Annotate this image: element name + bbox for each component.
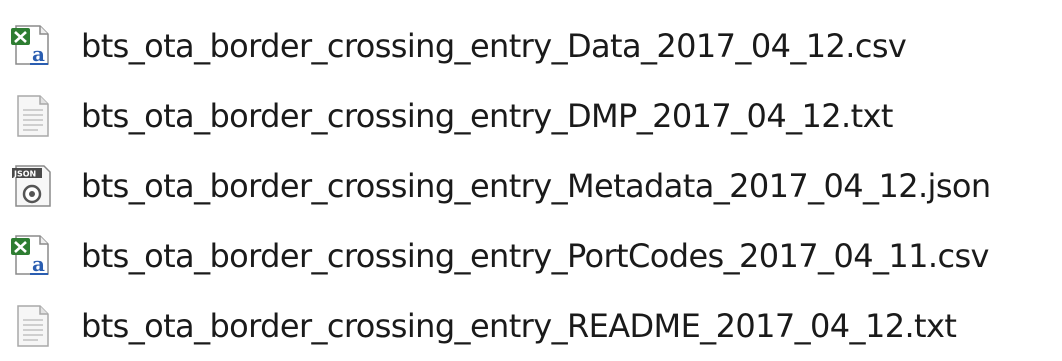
text-document-icon <box>10 298 70 354</box>
file-name: bts_ota_border_crossing_entry_README_201… <box>81 307 957 345</box>
file-item[interactable]: a bts_ota_border_crossing_entry_PortCode… <box>10 225 1055 287</box>
file-name: bts_ota_border_crossing_entry_PortCodes_… <box>81 237 989 275</box>
file-name: bts_ota_border_crossing_entry_Data_2017_… <box>81 27 907 65</box>
file-item[interactable]: JSON bts_ota_border_crossing_entry_Metad… <box>10 155 1055 217</box>
file-name: bts_ota_border_crossing_entry_DMP_2017_0… <box>81 97 893 135</box>
svg-text:a: a <box>32 252 45 276</box>
file-item[interactable]: a bts_ota_border_crossing_entry_Data_201… <box>10 15 1055 77</box>
json-file-icon: JSON <box>10 158 70 214</box>
file-list: a bts_ota_border_crossing_entry_Data_201… <box>0 0 1062 361</box>
excel-csv-icon: a <box>10 18 70 74</box>
file-item[interactable]: bts_ota_border_crossing_entry_DMP_2017_0… <box>10 85 1055 147</box>
svg-text:a: a <box>32 42 45 66</box>
text-document-icon <box>10 88 70 144</box>
svg-text:JSON: JSON <box>13 170 36 179</box>
excel-csv-icon: a <box>10 228 70 284</box>
file-name: bts_ota_border_crossing_entry_Metadata_2… <box>81 167 991 205</box>
file-item[interactable]: bts_ota_border_crossing_entry_README_201… <box>10 295 1055 357</box>
